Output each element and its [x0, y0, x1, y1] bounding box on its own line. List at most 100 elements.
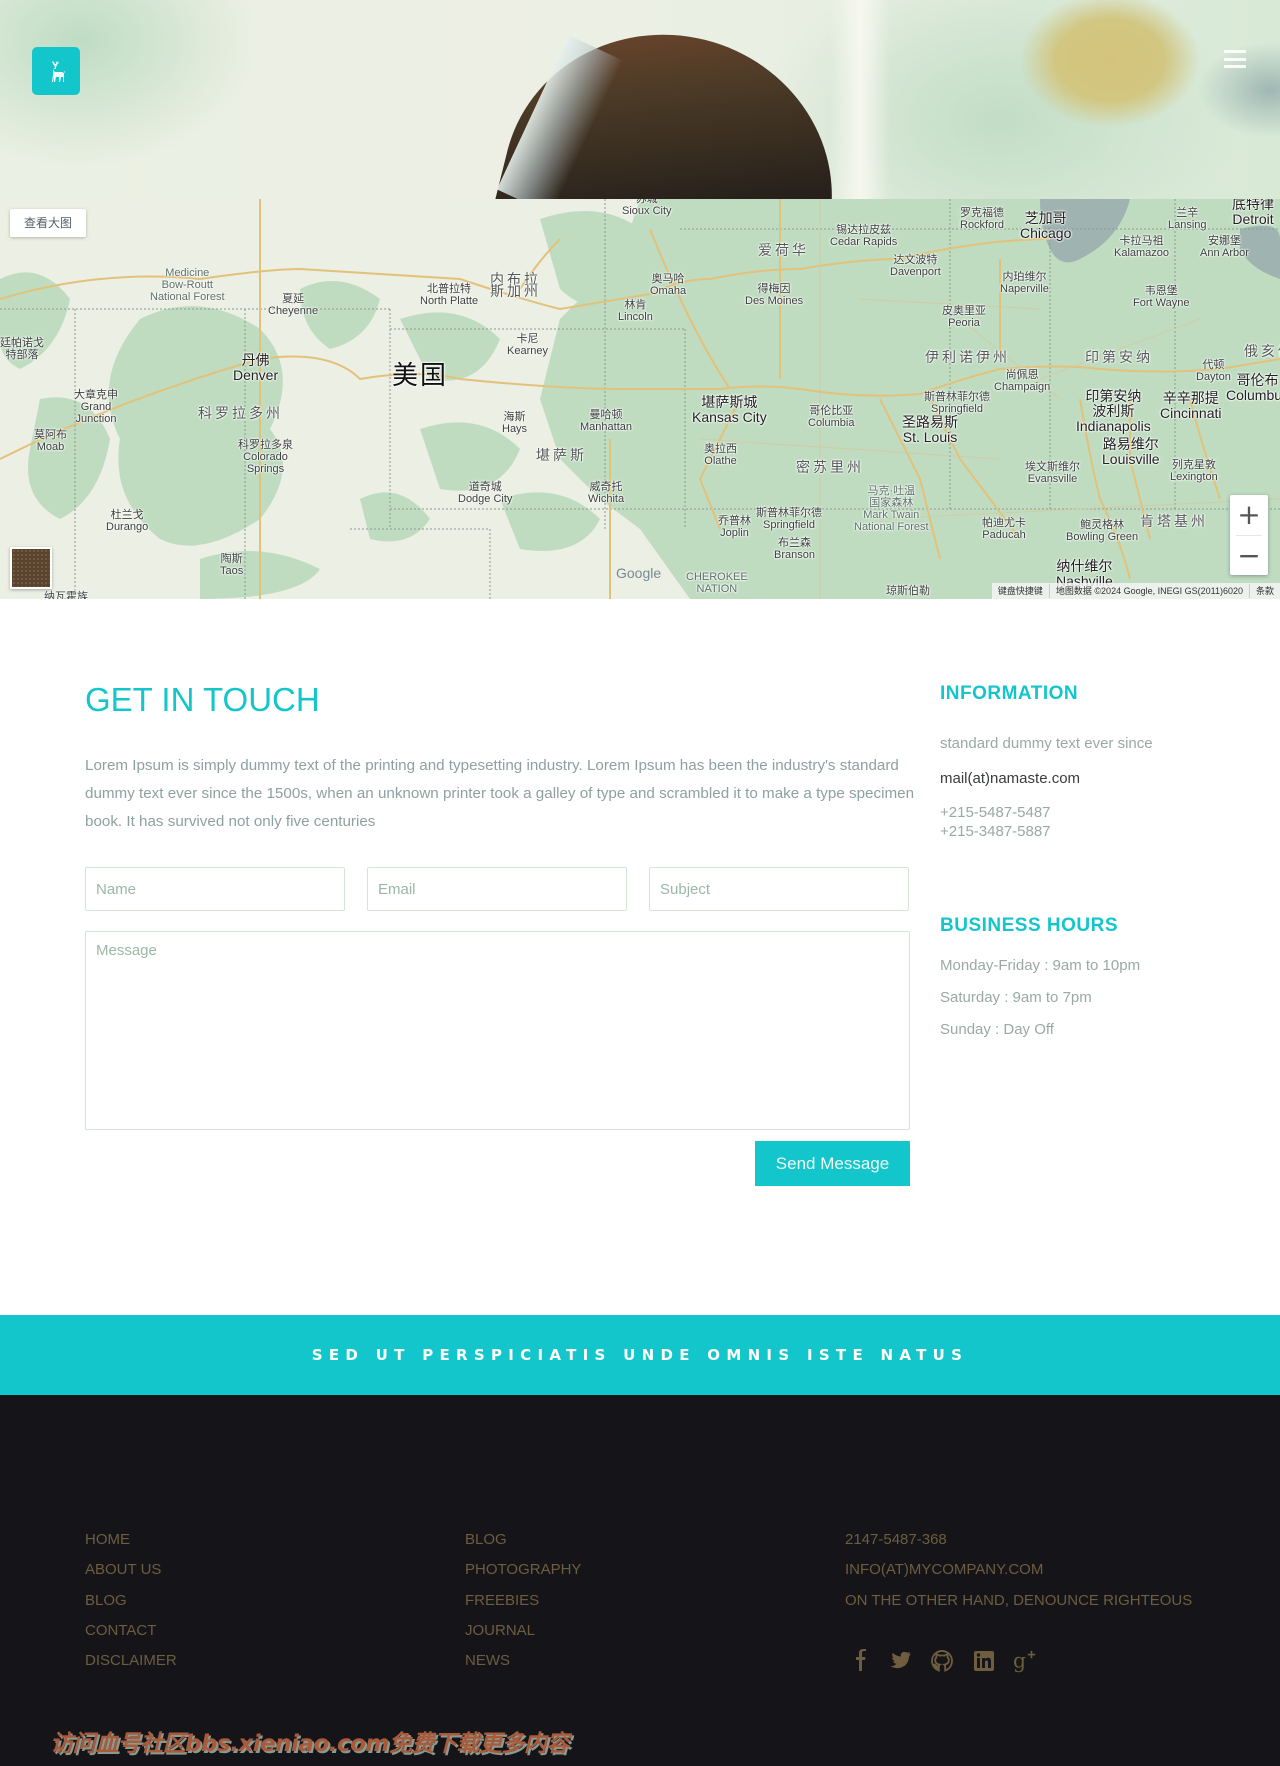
map-label-missouri: 密苏里州	[796, 459, 864, 475]
watermark-text: 访问血号社区bbs.xieniao.com免费下载更多内容	[50, 1731, 569, 1757]
footer-link-about-us[interactable]: ABOUT US	[85, 1561, 161, 1578]
map-label-kearney: 卡尼 Kearney	[507, 333, 548, 357]
map-label-iowa: 爱荷华	[758, 242, 809, 258]
business-hours-row: Monday-Friday : 9am to 10pm	[940, 957, 1141, 974]
map-label-paducah: 帕迪尤卡 Paducah	[982, 517, 1026, 541]
map-data-credit: 地图数据 ©2024 Google, INEGI GS(2011)6020	[1048, 584, 1249, 598]
get-in-touch-title: GET IN TOUCH	[85, 681, 320, 718]
footer-link-contact[interactable]: CONTACT	[85, 1622, 156, 1639]
menu-bar	[1224, 65, 1246, 68]
map-label-lincoln: 林肯 Lincoln	[618, 299, 653, 323]
hamburger-menu-icon[interactable]	[1224, 50, 1246, 68]
map-label-colorado-springs: 科罗拉多泉 Colorado Springs	[238, 439, 293, 475]
tagline-banner: SED UT PERSPICIATIS UNDE OMNIS ISTE NATU…	[0, 1315, 1280, 1395]
map-label-naperville: 内珀维尔 Naperville	[1000, 271, 1049, 295]
map-label-olathe: 奥拉西 Olathe	[704, 443, 737, 467]
map-label-springfield-il: 斯普林菲尔德 Springfield	[924, 391, 990, 415]
information-title: INFORMATION	[940, 683, 1079, 704]
map-label-detroit: 底特律 Detroit	[1232, 199, 1274, 227]
google-plus-icon[interactable]: g	[1013, 1649, 1037, 1673]
subject-input[interactable]	[649, 867, 909, 911]
map-label-mark-twain: 马克·吐温 国家森林 Mark Twain National Forest	[854, 485, 929, 533]
map-label-lexington: 列克星敦 Lexington	[1170, 459, 1218, 483]
footer-link-news[interactable]: NEWS	[465, 1652, 510, 1669]
map-label-kansas: 堪萨斯	[536, 447, 587, 463]
map-type-toggle[interactable]	[10, 547, 52, 589]
map-label-moab: 莫阿布 Moab	[34, 429, 67, 453]
terms-link[interactable]: 条款	[1248, 584, 1280, 598]
map-label-usa: 美国	[392, 360, 449, 390]
deer-icon	[52, 59, 65, 82]
footer-link-home[interactable]: HOME	[85, 1531, 130, 1548]
information-phone: +215-5487-5487	[940, 804, 1051, 821]
map-label-medicine-bow: Medicine Bow-Routt National Forest	[150, 267, 225, 303]
footer-link-blog[interactable]: BLOG	[85, 1592, 127, 1609]
footer-link-disclaimer[interactable]: DISCLAIMER	[85, 1652, 177, 1669]
message-textarea[interactable]	[85, 931, 910, 1130]
map-attribution: 键盘快捷键 地图数据 ©2024 Google, INEGI GS(2011)6…	[991, 583, 1280, 599]
logo-button[interactable]	[32, 47, 80, 95]
google-map[interactable]: 苏城 Sioux City 罗克福德 Rockford 芝加哥 Chicago 兰辛 …	[0, 199, 1280, 599]
map-label-cincinnati: 辛辛那提 Cincinnati	[1160, 390, 1222, 421]
map-label-indiana: 印第安纳	[1085, 349, 1153, 365]
menu-bar	[1224, 50, 1246, 53]
google-logo: Google	[616, 565, 662, 581]
map-label-navajo: 纳瓦霍族	[44, 591, 88, 599]
github-icon[interactable]	[930, 1649, 954, 1673]
map-label-louisville: 路易维尔 Louisville	[1102, 436, 1160, 467]
map-label-ohio: 俄亥俄	[1244, 343, 1280, 359]
zoom-out-button[interactable]: −	[1230, 536, 1268, 576]
map-label-branson: 布兰森 Branson	[774, 537, 815, 561]
map-label-ann-arbor: 安娜堡 Ann Arbor	[1200, 235, 1249, 259]
map-label-kalamazoo: 卡拉马祖 Kalamazoo	[1114, 235, 1170, 259]
send-message-button[interactable]: Send Message	[755, 1141, 910, 1186]
map-zoom-control: + −	[1230, 495, 1268, 575]
twitter-icon[interactable]	[889, 1649, 913, 1673]
hero-image-glow	[830, 0, 890, 199]
map-label-joplin: 乔普林 Joplin	[718, 515, 751, 539]
information-email-link[interactable]: mail(at)namaste.com	[940, 770, 1080, 787]
map-label-cheyenne: 夏延 Cheyenne	[268, 293, 319, 317]
map-label-kansas-city: 堪萨斯城 Kansas City	[692, 394, 767, 425]
footer-link-blog-2[interactable]: BLOG	[465, 1531, 507, 1548]
business-hours-row: Saturday : 9am to 7pm	[940, 989, 1092, 1006]
map-label-champaign: 尚佩恩 Champaign	[994, 369, 1051, 393]
menu-bar	[1224, 57, 1246, 61]
site-footer	[0, 1395, 1280, 1766]
map-label-bowling-green: 鲍灵格林 Bowling Green	[1066, 519, 1139, 543]
view-larger-map-button[interactable]: 查看大图	[10, 209, 87, 237]
name-input[interactable]	[85, 867, 345, 911]
email-input[interactable]	[367, 867, 627, 911]
map-label-dodge-city: 道奇城 Dodge City	[458, 481, 513, 505]
map-label-peoria: 皮奥里亚 Peoria	[942, 305, 986, 329]
footer-address: ON THE OTHER HAND, DENOUNCE RIGHTEOUS	[845, 1592, 1193, 1609]
footer-link-photography[interactable]: PHOTOGRAPHY	[465, 1561, 581, 1578]
footer-email-link[interactable]: INFO(AT)MYCOMPANY.COM	[845, 1561, 1043, 1578]
map-label-denver: 丹佛 Denver	[233, 352, 279, 383]
map-label-evansville: 埃文斯维尔 Evansville	[1025, 461, 1080, 485]
map-label-indianapolis: 印第安纳 波利斯 Indianapolis	[1076, 388, 1151, 434]
map-label-kentucky: 肯塔基州	[1140, 513, 1208, 529]
map-label-columbus: 哥伦布 Columbus	[1226, 372, 1280, 403]
facebook-icon[interactable]	[848, 1649, 872, 1673]
map-label-ute: 廷帕诺戈 特部落	[0, 337, 44, 361]
map-label-springfield-mo: 斯普林菲尔德 Springfield	[756, 507, 822, 531]
footer-link-freebies[interactable]: FREEBIES	[465, 1592, 539, 1609]
information-tagline: standard dummy text ever since	[940, 735, 1153, 752]
map-label-lansing: 兰辛 Lansing	[1168, 207, 1207, 231]
map-label-jonesboro: 琼斯伯勒	[886, 585, 930, 597]
business-hours-title: BUSINESS HOURS	[940, 915, 1119, 936]
linkedin-icon[interactable]	[972, 1649, 996, 1673]
map-label-cedar-rapids: 锡达拉皮兹 Cedar Rapids	[830, 224, 898, 248]
banner-text: SED UT PERSPICIATIS UNDE OMNIS ISTE NATU…	[311, 1346, 969, 1364]
zoom-in-button[interactable]: +	[1230, 495, 1268, 535]
map-label-fort-wayne: 韦恩堡 Fort Wayne	[1133, 285, 1190, 309]
information-phone: +215-3487-5887	[940, 823, 1051, 840]
map-label-cherokee: CHEROKEE NATION	[686, 571, 748, 595]
map-label-chicago: 芝加哥 Chicago	[1020, 210, 1072, 241]
keyboard-shortcuts-link[interactable]: 键盘快捷键	[992, 584, 1049, 598]
map-label-grand-junction: 大章克申 Grand Junction	[74, 389, 118, 425]
footer-link-journal[interactable]: JOURNAL	[465, 1622, 535, 1639]
map-label-omaha: 奥马哈 Omaha	[650, 273, 687, 297]
map-label-north-platte: 北普拉特 North Platte	[420, 283, 479, 307]
